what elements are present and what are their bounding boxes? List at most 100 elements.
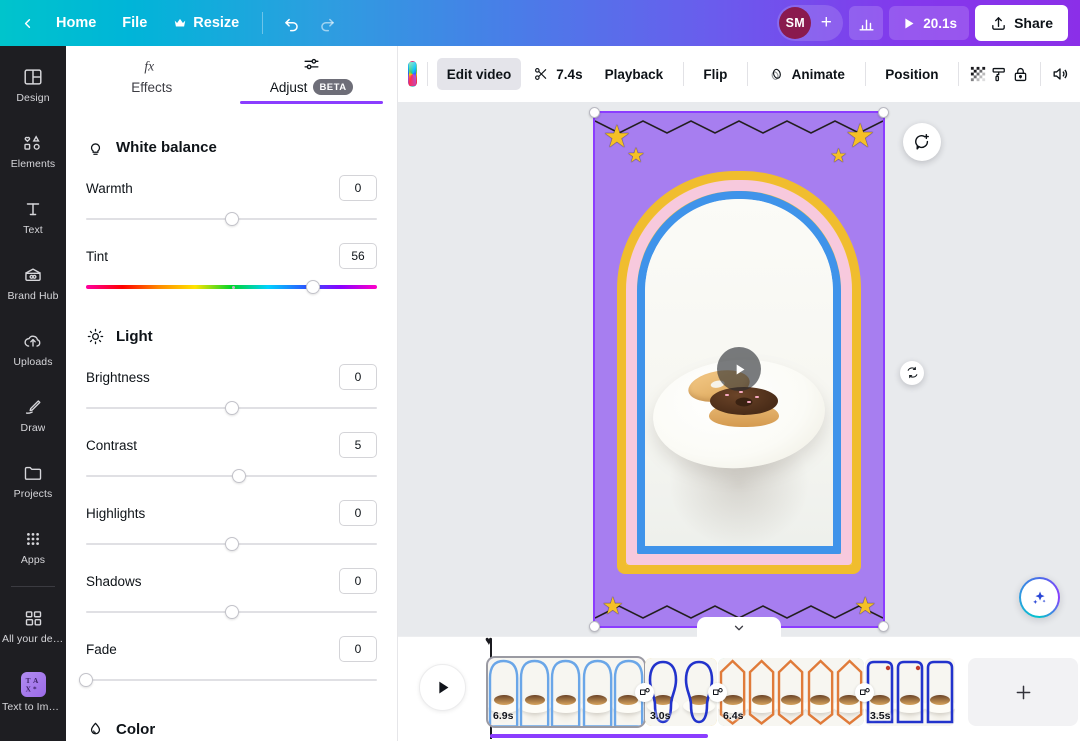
insights-button[interactable]: [849, 6, 883, 40]
slider-knob[interactable]: [306, 280, 320, 294]
tint-slider[interactable]: [86, 275, 377, 299]
transition-button[interactable]: [708, 683, 727, 702]
control-fade: Fade 0: [86, 632, 377, 692]
sidebar-item-uploads[interactable]: Uploads: [2, 316, 64, 382]
sidebar-item-apps[interactable]: Apps: [2, 514, 64, 580]
collaborators-group: SM +: [777, 5, 843, 41]
shadows-value-input[interactable]: 0: [339, 568, 377, 594]
slider-knob[interactable]: [225, 537, 239, 551]
sidebar-item-text[interactable]: Text: [2, 184, 64, 250]
warmth-slider[interactable]: [86, 207, 377, 231]
canvas-play-button[interactable]: [717, 347, 761, 391]
timeline-clip[interactable]: 3.5s: [865, 658, 955, 726]
top-bar-left: Home File Resize: [0, 0, 345, 46]
slider-knob[interactable]: [225, 605, 239, 619]
tab-effects[interactable]: fx Effects: [72, 46, 232, 104]
contrast-value-input[interactable]: 5: [339, 432, 377, 458]
transparency-button[interactable]: [969, 58, 988, 90]
brightness-slider[interactable]: [86, 396, 377, 420]
preview-duration-button[interactable]: 20.1s: [889, 6, 969, 40]
tint-value-input[interactable]: 56: [339, 243, 377, 269]
chevron-left-icon: [20, 16, 35, 31]
playback-label: Playback: [605, 67, 664, 82]
resize-handle-top-left[interactable]: [589, 107, 600, 118]
magic-ai-button[interactable]: [1019, 577, 1060, 618]
resize-label: Resize: [193, 15, 239, 31]
section-color-header: Color: [86, 720, 377, 739]
slider-knob[interactable]: [225, 212, 239, 226]
fade-slider[interactable]: [86, 668, 377, 692]
sidebar-item-draw[interactable]: Draw: [2, 382, 64, 448]
color-swatch-button[interactable]: [408, 61, 417, 87]
timeline-collapse-button[interactable]: [697, 617, 781, 638]
bulb-icon: [86, 138, 105, 157]
shapes-icon: [22, 132, 44, 154]
folder-icon: [22, 462, 44, 484]
flip-button[interactable]: Flip: [693, 58, 737, 90]
add-collaborator-button[interactable]: +: [811, 8, 841, 38]
resize-handle-bottom-right[interactable]: [878, 621, 889, 632]
brightness-value-input[interactable]: 0: [339, 364, 377, 390]
panel-scroll-body[interactable]: White balance Warmth 0 Tint 56: [66, 104, 397, 741]
resize-handle-bottom-left[interactable]: [589, 621, 600, 632]
warmth-value-input[interactable]: 0: [339, 175, 377, 201]
avatar[interactable]: SM: [779, 7, 811, 39]
resize-button[interactable]: Resize: [162, 7, 250, 39]
slider-knob[interactable]: [79, 673, 93, 687]
position-button[interactable]: Position: [875, 58, 948, 90]
shadows-slider[interactable]: [86, 600, 377, 624]
sidebar-item-text-to-image[interactable]: TAX* Text to Image: [2, 659, 64, 725]
control-label: Shadows: [86, 574, 142, 589]
edit-video-button[interactable]: Edit video: [437, 58, 522, 90]
redo-icon: [318, 14, 337, 33]
duration-label: 20.1s: [923, 16, 957, 31]
timeline-clip[interactable]: 6.9s: [488, 658, 644, 726]
transition-button[interactable]: [635, 683, 654, 702]
playback-button[interactable]: Playback: [595, 58, 674, 90]
design-canvas[interactable]: ★ ★ ★ ★ ★ ★: [595, 113, 883, 626]
sidebar-item-all-your-designs[interactable]: All your desi...: [2, 593, 64, 659]
highlights-value-input[interactable]: 0: [339, 500, 377, 526]
slider-knob[interactable]: [232, 469, 246, 483]
highlights-slider[interactable]: [86, 532, 377, 556]
file-menu-button[interactable]: File: [111, 7, 158, 39]
back-button[interactable]: [12, 7, 43, 39]
plus-icon: [1013, 682, 1034, 703]
control-label: Contrast: [86, 438, 137, 453]
star-decoration: ★: [627, 146, 645, 166]
transition-button[interactable]: [855, 683, 874, 702]
redo-button[interactable]: [310, 7, 344, 39]
clip-duration-label: 3.5s: [870, 710, 890, 722]
lock-button[interactable]: [1011, 58, 1030, 90]
resize-handle-top-right[interactable]: [878, 107, 889, 118]
fade-value-input[interactable]: 0: [339, 636, 377, 662]
timeline-progress-bar[interactable]: [490, 734, 708, 738]
sidebar-item-brand-hub[interactable]: Brand Hub: [2, 250, 64, 316]
sidebar-item-design[interactable]: Design: [2, 52, 64, 118]
slider-knob[interactable]: [225, 401, 239, 415]
timeline-track[interactable]: ♥ 6.9s 3.0s: [488, 637, 1080, 741]
add-page-button[interactable]: [968, 658, 1078, 726]
sidebar-label: Text to Image: [2, 702, 64, 713]
trim-button[interactable]: 7.4s: [523, 58, 592, 90]
sliders-icon: [301, 55, 322, 74]
tab-adjust[interactable]: Adjust BETA: [232, 46, 392, 104]
donut-chocolate-graphic: [709, 387, 779, 427]
timeline-clip[interactable]: 3.0s: [645, 658, 717, 726]
sidebar-item-projects[interactable]: Projects: [2, 448, 64, 514]
undo-button[interactable]: [274, 7, 308, 39]
share-button[interactable]: Share: [975, 5, 1068, 41]
animate-button[interactable]: Animate: [758, 58, 855, 90]
sidebar-item-elements[interactable]: Elements: [2, 118, 64, 184]
timeline-clip[interactable]: 6.4s: [718, 658, 864, 726]
clip-duration-label: 3.0s: [650, 710, 670, 722]
add-comment-button[interactable]: [903, 123, 941, 161]
volume-button[interactable]: [1050, 58, 1070, 90]
contrast-slider[interactable]: [86, 464, 377, 488]
timeline-play-button[interactable]: [419, 664, 466, 711]
pencil-icon: [22, 396, 44, 418]
copy-style-button[interactable]: [990, 58, 1009, 90]
replace-media-button[interactable]: [900, 361, 924, 385]
home-button[interactable]: Home: [45, 7, 107, 39]
canvas-area[interactable]: ★ ★ ★ ★ ★ ★: [398, 102, 1080, 636]
